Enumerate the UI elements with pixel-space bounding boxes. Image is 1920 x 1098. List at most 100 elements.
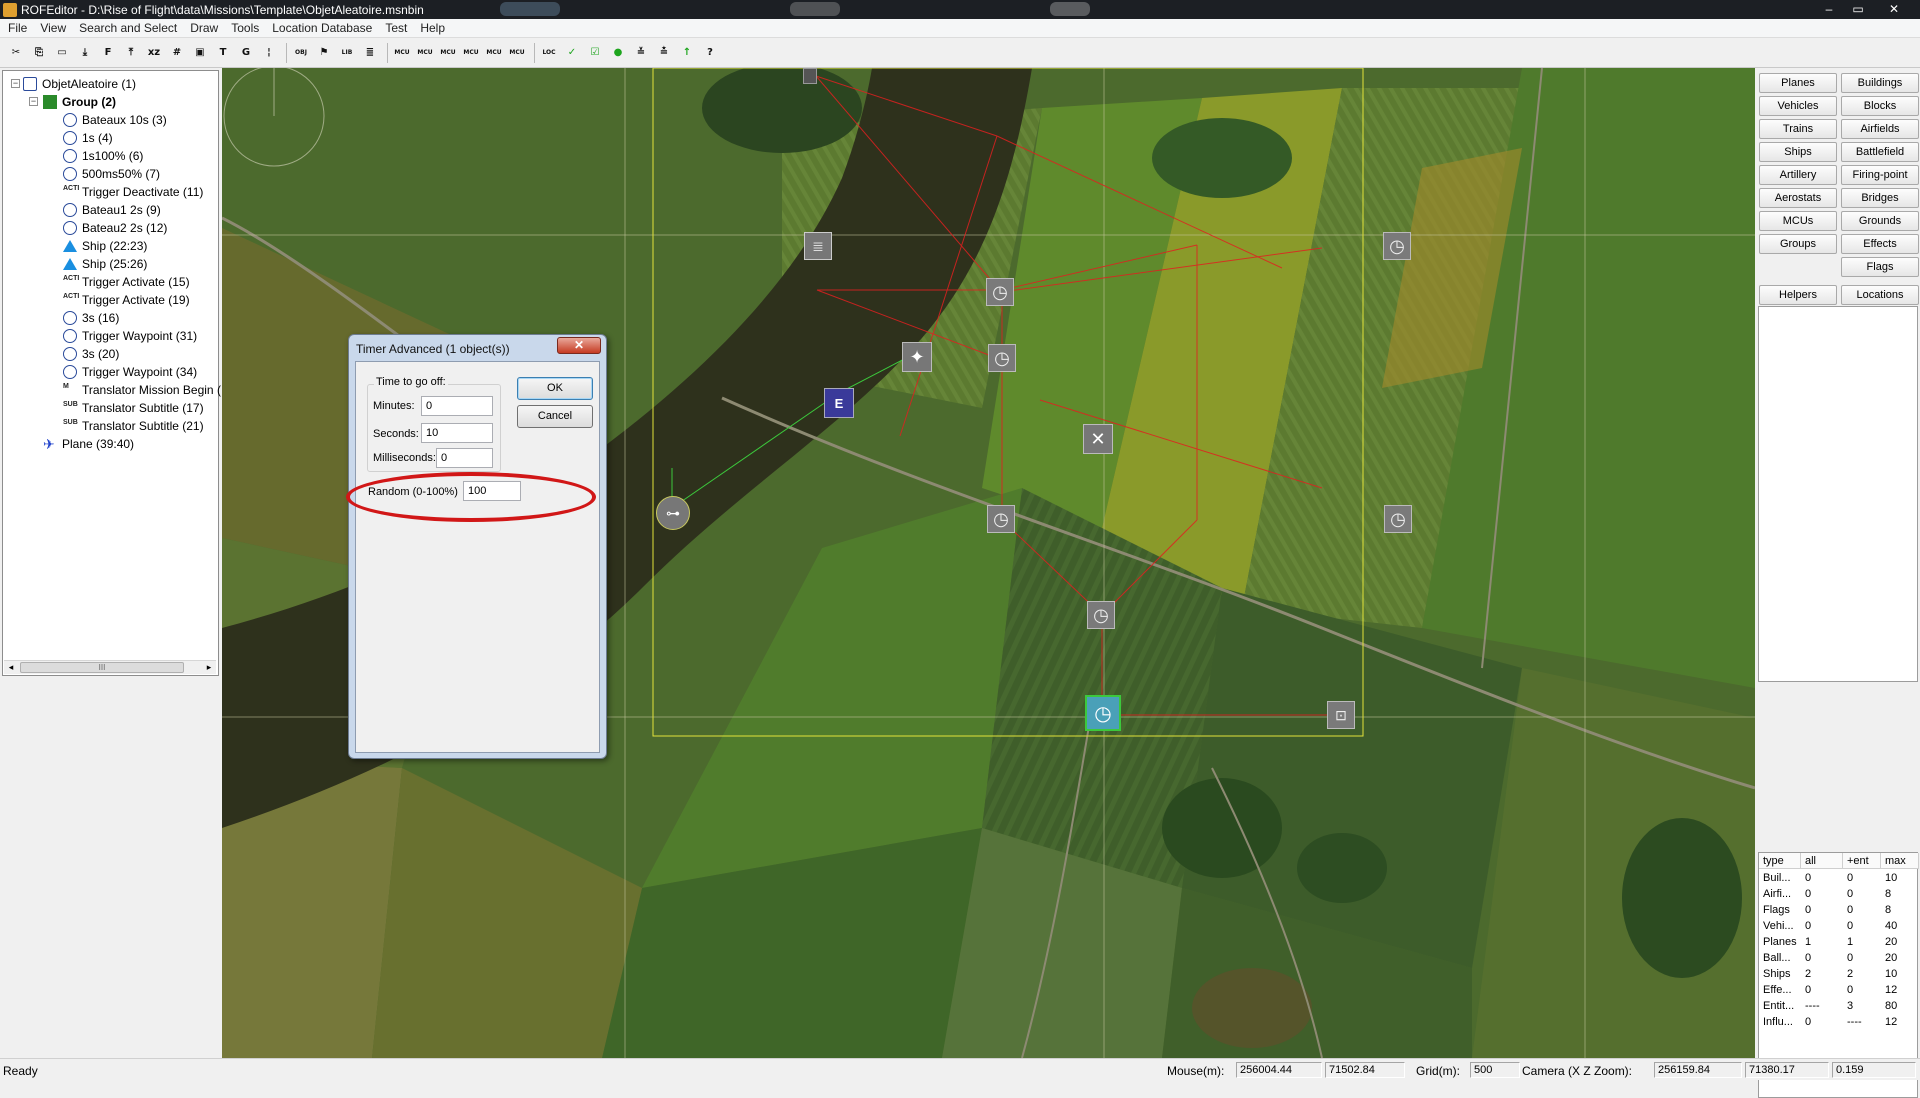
timer-mcu-icon[interactable]: ◷ (1384, 505, 1412, 533)
tree-item[interactable]: ✈ Plane (39:40) (43, 435, 134, 453)
cut-icon[interactable]: ✂ (6, 43, 26, 63)
text-tool-icon[interactable]: T (213, 43, 233, 63)
selected-timer-mcu-icon[interactable]: ◷ (1085, 695, 1121, 731)
layers-icon[interactable]: ≚ (631, 43, 651, 63)
tree-item[interactable]: ACTI Trigger Deactivate (11) (63, 183, 203, 201)
scroll-left-icon[interactable]: ◂ (4, 661, 18, 674)
seconds-input[interactable]: 10 (421, 423, 493, 443)
minutes-input[interactable]: 0 (421, 396, 493, 416)
tree-item[interactable]: Bateaux 10s (3) (63, 111, 167, 129)
category-button-groups[interactable]: Groups (1759, 234, 1837, 254)
waypoint-icon[interactable]: ⊶ (656, 496, 690, 530)
help-icon[interactable]: ? (700, 43, 720, 63)
translator-mission-begin-icon[interactable]: E (824, 388, 854, 418)
menu-tools[interactable]: Tools (231, 21, 259, 35)
category-button-battlefield[interactable]: Battlefield (1841, 142, 1919, 162)
tree-item[interactable]: 500ms50% (7) (63, 165, 160, 183)
mcu-unsel-icon[interactable]: MCU (484, 43, 504, 63)
tree-item[interactable]: 1s100% (6) (63, 147, 143, 165)
milliseconds-input[interactable]: 0 (436, 448, 493, 468)
tree-expander-icon[interactable]: − (29, 97, 38, 106)
xz-icon[interactable]: xz (144, 43, 164, 63)
export-icon[interactable]: ⤒ (121, 43, 141, 63)
ok-button[interactable]: OK (517, 377, 593, 400)
timer-mcu-icon[interactable]: ◷ (988, 344, 1016, 372)
category-button-helpers[interactable]: Helpers (1759, 285, 1837, 305)
tree-item[interactable]: Trigger Waypoint (34) (63, 363, 197, 381)
category-button-grounds[interactable]: Grounds (1841, 211, 1919, 231)
font-icon[interactable]: F (98, 43, 118, 63)
category-button-planes[interactable]: Planes (1759, 73, 1837, 93)
timer-mcu-icon[interactable]: ◷ (986, 278, 1014, 306)
category-button-locations[interactable]: Locations (1841, 285, 1919, 305)
map-object-icon[interactable] (803, 68, 817, 84)
timer-mcu-icon[interactable]: ◷ (1383, 232, 1411, 260)
category-button-trains[interactable]: Trains (1759, 119, 1837, 139)
cancel-button[interactable]: Cancel (517, 405, 593, 428)
menu-test[interactable]: Test (385, 21, 407, 35)
ruler-icon[interactable]: ▭ (52, 43, 72, 63)
grid-icon[interactable]: # (167, 43, 187, 63)
timer-mcu-icon[interactable]: ◷ (987, 505, 1015, 533)
category-button-flags[interactable]: Flags (1841, 257, 1919, 277)
tree-expander-icon[interactable]: − (11, 79, 20, 88)
timer-mcu-icon[interactable]: ◷ (1087, 601, 1115, 629)
import-icon[interactable]: ⤓ (75, 43, 95, 63)
activate-mcu-icon[interactable]: ⊡ (1327, 701, 1355, 729)
pin-icon[interactable]: ¦ (259, 43, 279, 63)
check-box-icon[interactable]: ☑ (585, 43, 605, 63)
tree-item[interactable]: Group (2) (43, 93, 116, 111)
category-button-aerostats[interactable]: Aerostats (1759, 188, 1837, 208)
mcu-obj-icon[interactable]: MCU (392, 43, 412, 63)
tree-horizontal-scrollbar[interactable]: ◂ III ▸ (4, 660, 216, 674)
stack-icon[interactable]: ≛ (654, 43, 674, 63)
menu-file[interactable]: File (8, 21, 27, 35)
tree-item[interactable]: SUB Translator Subtitle (17) (63, 399, 204, 417)
object-tree[interactable]: ObjetAleatoire (1) Group (2) Bateaux 10s (… (2, 70, 221, 676)
obj-filter-icon[interactable]: OBJ (291, 43, 311, 63)
dialog-close-button[interactable]: ✕ (557, 337, 601, 354)
tree-item[interactable]: ACTI Trigger Activate (15) (63, 273, 190, 291)
align-icon[interactable]: ≣ (360, 43, 380, 63)
plane-icon[interactable]: ✦ (902, 342, 932, 372)
flag-tool-icon[interactable]: ⚑ (314, 43, 334, 63)
scroll-right-icon[interactable]: ▸ (202, 661, 216, 674)
category-button-ships[interactable]: Ships (1759, 142, 1837, 162)
deactivate-mcu-icon[interactable]: ✕ (1083, 424, 1113, 454)
tree-item[interactable]: Trigger Waypoint (31) (63, 327, 197, 345)
tree-item[interactable]: 1s (4) (63, 129, 113, 147)
green-dot-icon[interactable]: ● (608, 43, 628, 63)
up-arrow-icon[interactable]: ↑ (677, 43, 697, 63)
mcu-mes-icon[interactable]: MCU (438, 43, 458, 63)
stats-header[interactable]: all (1801, 853, 1843, 869)
menu-draw[interactable]: Draw (190, 21, 218, 35)
tree-item[interactable]: M Translator Mission Begin ( (63, 381, 221, 399)
lib-icon[interactable]: LIB (337, 43, 357, 63)
tree-item[interactable]: Bateau2 2s (12) (63, 219, 167, 237)
menu-view[interactable]: View (40, 21, 66, 35)
category-button-firing-point[interactable]: Firing-point (1841, 165, 1919, 185)
minimize-button[interactable]: – (1816, 1, 1842, 17)
subtitle-mcu-icon[interactable]: ≣ (804, 232, 832, 260)
menu-help[interactable]: Help (420, 21, 445, 35)
category-button-mcus[interactable]: MCUs (1759, 211, 1837, 231)
copy-icon[interactable]: ⎘ (29, 43, 49, 63)
scroll-thumb[interactable]: III (20, 662, 184, 673)
category-button-bridges[interactable]: Bridges (1841, 188, 1919, 208)
tree-item[interactable]: 3s (16) (63, 309, 119, 327)
close-button[interactable]: ✕ (1874, 1, 1914, 17)
tree-item[interactable]: 3s (20) (63, 345, 119, 363)
mcu-tar-icon[interactable]: MCU (415, 43, 435, 63)
tree-item[interactable]: ACTI Trigger Activate (19) (63, 291, 190, 309)
frame-icon[interactable]: ▣ (190, 43, 210, 63)
menu-location-database[interactable]: Location Database (272, 21, 372, 35)
loc-icon[interactable]: LOC (539, 43, 559, 63)
tree-item[interactable]: Ship (25:26) (63, 255, 147, 273)
category-button-blocks[interactable]: Blocks (1841, 96, 1919, 116)
maximize-button[interactable]: ▭ (1845, 1, 1871, 17)
tree-item[interactable]: SUB Translator Subtitle (21) (63, 417, 204, 435)
stats-header[interactable]: +ent (1843, 853, 1881, 869)
check-icon[interactable]: ✓ (562, 43, 582, 63)
tree-item[interactable]: Bateau1 2s (9) (63, 201, 161, 219)
stats-header[interactable]: max (1881, 853, 1919, 869)
